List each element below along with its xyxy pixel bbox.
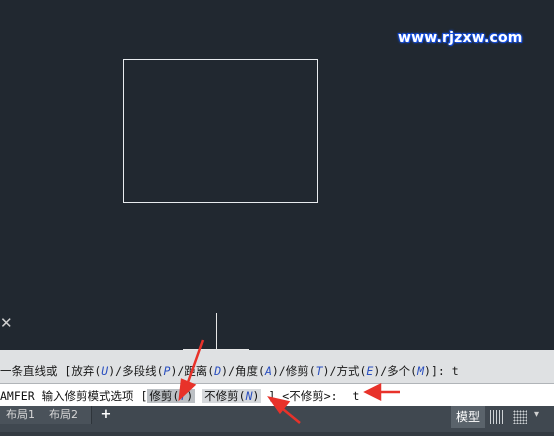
command-suffix: ] <不修剪>: <box>268 389 338 403</box>
crosshair-vertical <box>216 313 217 350</box>
history-text: )/角度( <box>221 364 265 378</box>
command-line[interactable]: AMFER 输入修剪模式选项 [修剪(T) 不修剪(N) ] <不修剪>: t <box>0 383 554 406</box>
option-no-trim[interactable]: 不修剪(N) <box>202 389 262 403</box>
history-key: A <box>264 364 272 378</box>
history-text: 一条直线或 [放弃( <box>0 364 102 378</box>
ucs-close-icon: ✕ <box>0 314 13 332</box>
tab-layout2[interactable]: 布局2 <box>43 406 92 424</box>
grid-icon[interactable] <box>490 410 504 424</box>
history-text: )/方式( <box>322 364 367 378</box>
history-key: T <box>315 364 323 378</box>
scroll-strip <box>0 432 554 436</box>
history-text: )/多段线( <box>108 364 164 378</box>
option-no-trim-key: N <box>245 389 253 403</box>
command-history: 一条直线或 [放弃(U)/多段线(P)/距离(D)/角度(A)/修剪(T)/方式… <box>0 350 554 383</box>
history-line: 一条直线或 [放弃(U)/多段线(P)/距离(D)/角度(A)/修剪(T)/方式… <box>0 363 459 379</box>
drawing-canvas[interactable]: www.rjzxw.com ✕ <box>0 0 554 350</box>
watermark: www.rjzxw.com <box>398 30 523 46</box>
history-text: )/修剪( <box>271 364 316 378</box>
command-name: AMFER <box>0 389 35 403</box>
history-key: M <box>417 364 425 378</box>
option-trim-label: 修剪( <box>149 389 180 403</box>
history-text: )/多个( <box>373 364 418 378</box>
option-no-trim-close: ) <box>252 389 260 403</box>
add-tab-button[interactable]: + <box>96 408 116 422</box>
command-prompt-text: 输入修剪模式选项 [ <box>41 389 148 403</box>
chevron-down-icon[interactable]: ▾ <box>534 409 539 420</box>
command-input[interactable]: t <box>352 389 359 403</box>
history-text: )]: t <box>424 364 459 378</box>
option-trim[interactable]: 修剪(T) <box>147 389 196 403</box>
option-trim-close: ) <box>186 389 194 403</box>
command-prompt: AMFER 输入修剪模式选项 [修剪(T) 不修剪(N) ] <不修剪>: t <box>0 388 359 404</box>
option-no-trim-label: 不修剪( <box>204 389 246 403</box>
model-space-button[interactable]: 模型 <box>451 406 485 428</box>
snap-icon[interactable] <box>513 410 527 424</box>
tab-layout1[interactable]: 布局1 <box>0 406 47 424</box>
drawn-rectangle[interactable] <box>123 59 318 203</box>
history-text: )/距离( <box>170 364 215 378</box>
